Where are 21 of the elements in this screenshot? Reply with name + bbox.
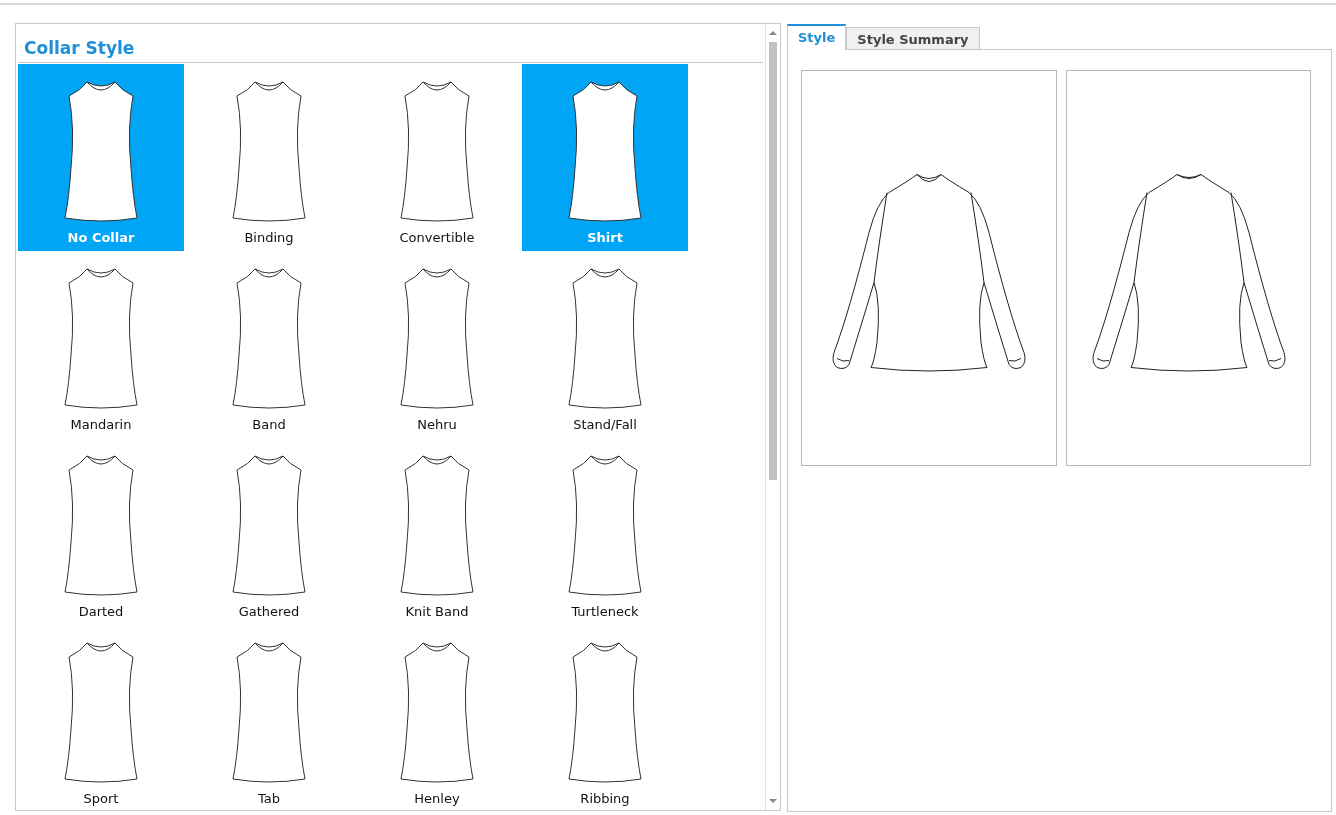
- scroll-down-icon[interactable]: [769, 798, 777, 804]
- tab[interactable]: Style Summary: [846, 27, 980, 49]
- panel-title: Collar Style: [18, 24, 763, 63]
- collar-option[interactable]: Mandarin: [18, 251, 184, 438]
- scrollbar[interactable]: [765, 24, 780, 810]
- collar-option[interactable]: Sport: [18, 625, 184, 812]
- scroll-up-icon[interactable]: [769, 30, 777, 36]
- scroll-thumb[interactable]: [769, 42, 777, 480]
- collar-option[interactable]: Ribbing: [522, 625, 688, 812]
- collar-option[interactable]: Knit Band: [354, 438, 520, 625]
- collar-option[interactable]: Darted: [18, 438, 184, 625]
- collar-option[interactable]: Gathered: [186, 438, 352, 625]
- tab[interactable]: Style: [787, 24, 847, 50]
- collar-option[interactable]: Band: [186, 251, 352, 438]
- collar-option[interactable]: Binding: [186, 64, 352, 251]
- collar-option[interactable]: Convertible: [354, 64, 520, 251]
- collar-option[interactable]: Stand/Fall: [522, 251, 688, 438]
- collar-option[interactable]: Tab: [186, 625, 352, 812]
- collar-option[interactable]: Turtleneck: [522, 438, 688, 625]
- collar-option[interactable]: Henley: [354, 625, 520, 812]
- collar-option[interactable]: Nehru: [354, 251, 520, 438]
